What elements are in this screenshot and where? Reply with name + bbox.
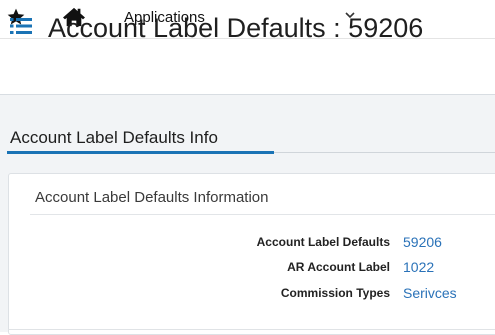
field-value-account-label-defaults-link[interactable]: 59206	[403, 234, 442, 250]
card-divider	[30, 214, 495, 215]
list-menu-icon[interactable]	[10, 17, 32, 35]
card-title: Account Label Defaults Information	[35, 189, 269, 206]
tab-account-label-defaults-info[interactable]: Account Label Defaults Info	[10, 128, 218, 148]
page-header	[0, 39, 495, 95]
page-title: Account Label Defaults : 59206	[48, 13, 424, 43]
field-value-ar-account-label-link[interactable]: 1022	[403, 259, 434, 275]
active-tab-indicator	[7, 151, 274, 154]
field-label-commission-types: Commission Types	[280, 286, 390, 300]
card-bottom-border	[8, 329, 495, 330]
field-label-account-label-defaults: Account Label Defaults	[256, 235, 390, 249]
field-label-ar-account-label: AR Account Label	[287, 260, 390, 274]
section-divider	[274, 152, 495, 153]
field-value-commission-types-link[interactable]: Serivces	[403, 285, 457, 301]
